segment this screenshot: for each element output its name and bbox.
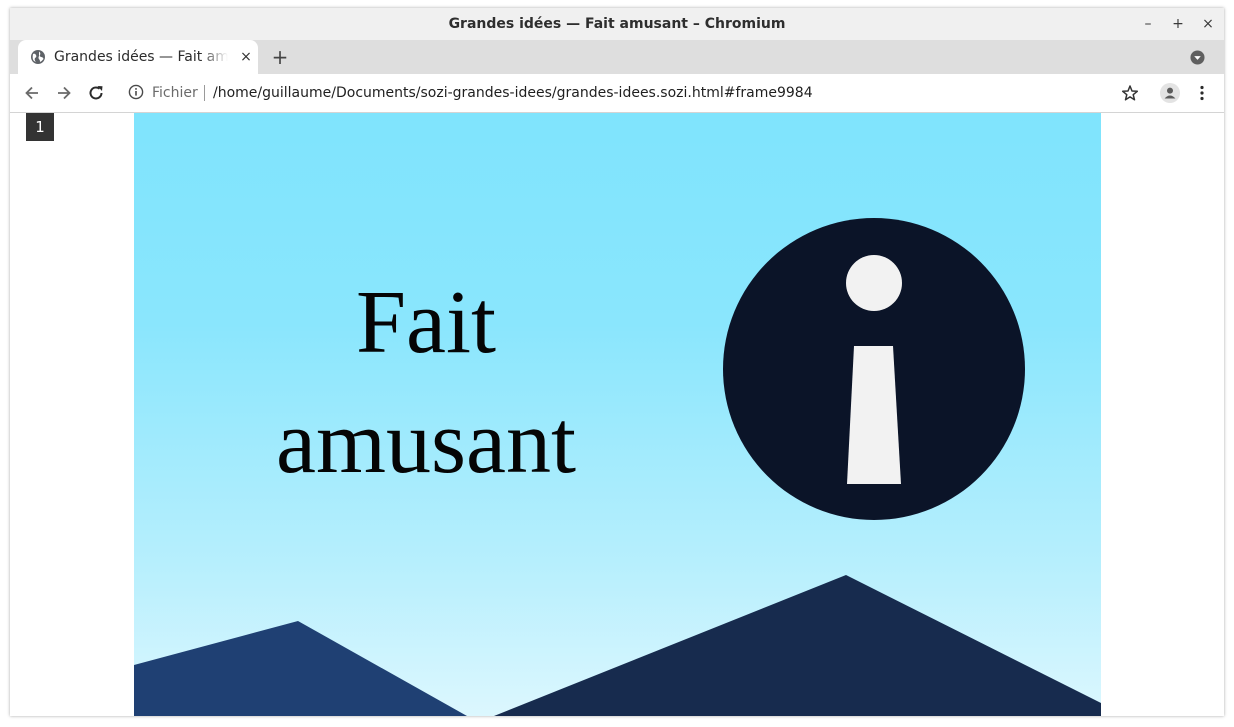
tab-close-button[interactable]: × — [236, 47, 256, 67]
toolbar: Fichier /home/guillaume/Documents/sozi-g… — [10, 74, 1224, 113]
arrow-left-icon[interactable] — [22, 83, 42, 103]
address-bar[interactable]: /home/guillaume/Documents/sozi-grandes-i… — [213, 74, 1093, 112]
kebab-menu-icon[interactable] — [1192, 83, 1212, 103]
frame-number: 1 — [26, 113, 54, 141]
page-viewport: 1 Fait amusant — [10, 113, 1224, 716]
window-title: Grandes idées — Fait amusant – Chromium — [448, 16, 786, 32]
chevron-down-circle-icon[interactable] — [1190, 50, 1205, 65]
tab-active[interactable]: Grandes idées — Fait amusant × — [18, 40, 258, 74]
url-separator — [204, 85, 205, 101]
scheme-label: Fichier — [152, 85, 198, 101]
globe-icon — [31, 50, 45, 64]
info-circle-icon[interactable] — [128, 84, 144, 100]
avatar-icon[interactable] — [1160, 83, 1180, 103]
mountains-illustration — [134, 575, 1101, 716]
browser-window: Grandes idées — Fait amusant – Chromium … — [10, 8, 1224, 716]
maximize-button[interactable]: + — [1168, 14, 1188, 34]
new-tab-button[interactable]: + — [268, 45, 292, 69]
reload-icon[interactable] — [86, 83, 106, 103]
minimize-button[interactable]: – — [1138, 14, 1158, 34]
star-icon[interactable] — [1120, 83, 1140, 103]
arrow-right-icon[interactable] — [54, 83, 74, 103]
tab-title: Grandes idées — Fait amusant — [54, 49, 228, 65]
close-window-button[interactable]: × — [1198, 14, 1218, 34]
presentation-slide[interactable]: Fait amusant — [134, 113, 1101, 716]
title-bar: Grandes idées — Fait amusant – Chromium … — [10, 8, 1224, 40]
tab-strip: Grandes idées — Fait amusant × + — [10, 40, 1224, 74]
